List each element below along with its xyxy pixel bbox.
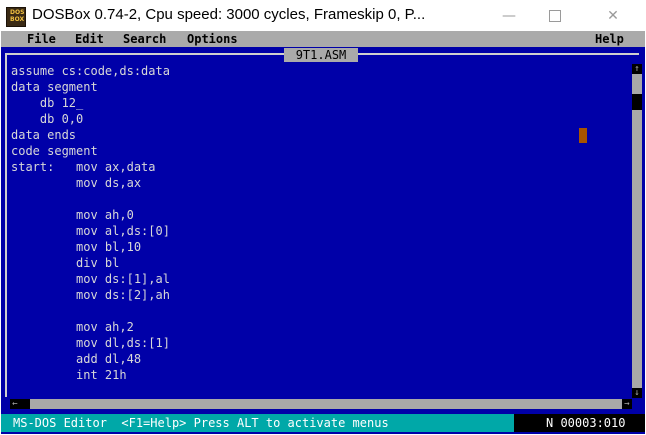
menu-help[interactable]: Help bbox=[595, 32, 624, 46]
menu-file[interactable]: File bbox=[27, 32, 56, 46]
code-line[interactable]: mov dl,ds:[1] bbox=[11, 335, 170, 351]
code-line[interactable]: assume cs:code,ds:data bbox=[11, 63, 170, 79]
code-line[interactable]: mov al,ds:[0] bbox=[11, 223, 170, 239]
window-title-bar[interactable]: DOS BOX DOSBox 0.74-2, Cpu speed: 3000 c… bbox=[0, 0, 646, 31]
code-line[interactable]: db 12_ bbox=[11, 95, 170, 111]
maximize-button[interactable] bbox=[532, 0, 578, 31]
code-line[interactable]: div bl bbox=[11, 255, 170, 271]
code-line[interactable]: start: mov ax,data bbox=[11, 159, 170, 175]
horizontal-scrollbar[interactable]: ← → bbox=[10, 399, 632, 409]
code-line[interactable]: mov bl,10 bbox=[11, 239, 170, 255]
code-line[interactable] bbox=[11, 191, 170, 207]
minimize-icon: — bbox=[502, 7, 516, 24]
code-line[interactable]: mov ds,ax bbox=[11, 175, 170, 191]
menu-edit[interactable]: Edit bbox=[75, 32, 104, 46]
horizontal-scroll-thumb[interactable] bbox=[20, 399, 30, 409]
dosbox-icon-text-bottom: BOX bbox=[10, 16, 25, 23]
cursor-position-indicator: N 00003:010 bbox=[514, 414, 645, 432]
text-cursor bbox=[579, 128, 587, 143]
close-icon: ✕ bbox=[607, 7, 619, 24]
scroll-up-icon[interactable]: ↑ bbox=[632, 64, 642, 74]
code-line[interactable]: db 0,0 bbox=[11, 111, 170, 127]
code-line[interactable] bbox=[11, 303, 170, 319]
scroll-right-icon[interactable]: → bbox=[622, 399, 632, 409]
minimize-button[interactable]: — bbox=[486, 0, 532, 31]
menu-search[interactable]: Search bbox=[123, 32, 166, 46]
close-button[interactable]: ✕ bbox=[590, 0, 636, 31]
code-editor[interactable]: assume cs:code,ds:data data segment db 12… bbox=[11, 63, 170, 383]
code-line[interactable]: mov ah,2 bbox=[11, 319, 170, 335]
status-text: MS-DOS Editor <F1=Help> Press ALT to act… bbox=[13, 416, 389, 430]
window-title: DOSBox 0.74-2, Cpu speed: 3000 cycles, F… bbox=[32, 6, 426, 23]
vertical-scroll-thumb[interactable] bbox=[632, 94, 642, 110]
status-bar: MS-DOS Editor <F1=Help> Press ALT to act… bbox=[1, 414, 645, 432]
maximize-icon bbox=[549, 9, 561, 22]
code-line[interactable]: mov ds:[1],al bbox=[11, 271, 170, 287]
editor-frame-left bbox=[5, 53, 7, 397]
code-line[interactable]: data ends bbox=[11, 127, 170, 143]
scroll-left-icon[interactable]: ← bbox=[10, 399, 20, 409]
scroll-down-icon[interactable]: ↓ bbox=[632, 388, 642, 398]
code-line[interactable]: int 21h bbox=[11, 367, 170, 383]
dosbox-icon: DOS BOX bbox=[6, 7, 26, 27]
code-line[interactable]: data segment bbox=[11, 79, 170, 95]
vertical-scrollbar[interactable]: ↑ ↓ bbox=[632, 64, 642, 398]
code-line[interactable]: add dl,48 bbox=[11, 351, 170, 367]
menu-bar: File Edit Search Options Help bbox=[1, 31, 645, 47]
document-title: 9T1.ASM bbox=[284, 48, 358, 62]
code-line[interactable]: mov ds:[2],ah bbox=[11, 287, 170, 303]
cursor-position-text: N 00003:010 bbox=[546, 416, 626, 430]
menu-options[interactable]: Options bbox=[187, 32, 238, 46]
dos-screen[interactable]: File Edit Search Options Help 9T1.ASM as… bbox=[1, 31, 645, 434]
code-line[interactable]: code segment bbox=[11, 143, 170, 159]
code-line[interactable]: mov ah,0 bbox=[11, 207, 170, 223]
